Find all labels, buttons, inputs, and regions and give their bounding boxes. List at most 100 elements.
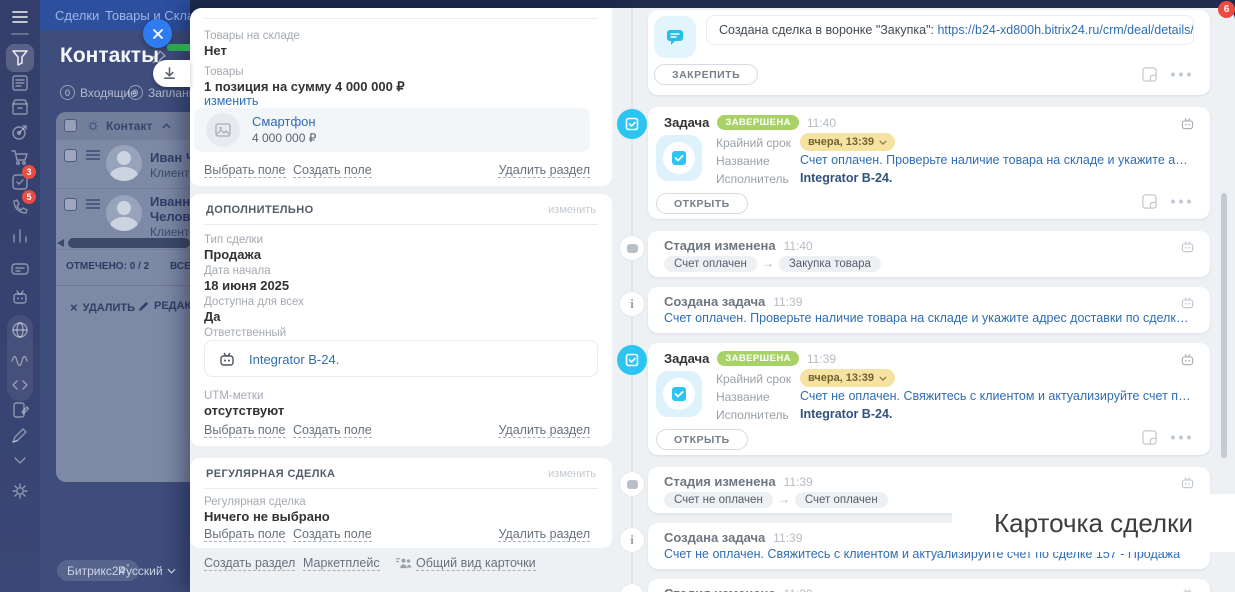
automation-robot-icon bbox=[1179, 586, 1196, 592]
field-value[interactable]: Продажа bbox=[204, 247, 261, 262]
marketing-target-icon[interactable] bbox=[10, 122, 30, 142]
select-all-checkbox[interactable] bbox=[64, 119, 77, 132]
pen-icon[interactable] bbox=[10, 425, 30, 445]
document-edit-icon[interactable] bbox=[10, 400, 30, 420]
create-field-link[interactable]: Создать поле bbox=[293, 423, 372, 438]
automation-robot-icon bbox=[1179, 474, 1196, 491]
timeline-scrollbar[interactable] bbox=[1221, 193, 1227, 458]
all-label[interactable]: ВСЕ bbox=[170, 261, 190, 272]
created-task-link[interactable]: Счет оплачен. Проверьте наличие товара н… bbox=[664, 311, 1194, 325]
card-view-link[interactable]: Общий вид карточки bbox=[416, 556, 536, 571]
select-field-link[interactable]: Выбрать поле bbox=[204, 423, 286, 438]
marketplace-link[interactable]: Маркетплейс bbox=[303, 556, 380, 571]
horizontal-scrollbar[interactable] bbox=[68, 238, 190, 248]
storage-box-icon[interactable] bbox=[10, 97, 30, 117]
note-icon[interactable] bbox=[1141, 193, 1158, 210]
signature-wave-icon[interactable] bbox=[10, 348, 30, 368]
selected-counter: ОТМЕЧЕНО: 0 / 2 bbox=[66, 261, 149, 272]
analytics-chart-icon[interactable] bbox=[10, 226, 30, 246]
row-drag-handle-icon[interactable] bbox=[86, 199, 100, 209]
field-value: отсутствуют bbox=[204, 403, 284, 418]
open-task-button[interactable]: ОТКРЫТЬ bbox=[656, 429, 748, 450]
responsible-user-box[interactable]: Integrator B-24. bbox=[204, 340, 598, 377]
product-name-link[interactable]: Смартфон bbox=[252, 114, 316, 129]
select-field-link[interactable]: Выбрать поле bbox=[204, 527, 286, 542]
chevron-down-icon[interactable] bbox=[10, 450, 30, 470]
hscroll-left-arrow[interactable] bbox=[57, 239, 64, 247]
sort-asc-icon[interactable] bbox=[162, 123, 171, 130]
task-name-link[interactable]: Счет оплачен. Проверьте наличие товара н… bbox=[800, 153, 1194, 167]
developer-code-icon[interactable] bbox=[10, 375, 30, 395]
create-section-link[interactable]: Создать раздел bbox=[204, 556, 295, 571]
column-header-contact[interactable]: Контакт bbox=[106, 119, 152, 133]
field-value[interactable]: 18 июня 2025 bbox=[204, 278, 289, 293]
select-field-link[interactable]: Выбрать поле bbox=[204, 163, 286, 178]
top-menu-deals[interactable]: Сделки bbox=[55, 8, 99, 23]
field-value[interactable]: Ничего не выбрано bbox=[204, 509, 330, 524]
stage-from: Счет не оплачен bbox=[664, 492, 773, 508]
field-value[interactable]: Нет bbox=[204, 43, 227, 58]
contact-name-link2[interactable]: Человек bbox=[150, 209, 190, 224]
contact-name-link[interactable]: Иванна bbox=[150, 194, 190, 209]
responsible-name-link[interactable]: Integrator B-24. bbox=[249, 352, 339, 367]
robot-avatar-icon bbox=[217, 349, 237, 369]
copilot-robot-icon[interactable] bbox=[10, 287, 30, 307]
grid-settings-gear-icon[interactable] bbox=[86, 119, 100, 133]
executor-link[interactable]: Integrator B-24. bbox=[800, 171, 1194, 185]
create-field-link[interactable]: Создать поле bbox=[293, 163, 372, 178]
settings-gear-icon[interactable] bbox=[10, 481, 30, 501]
delete-button[interactable]: × УДАЛИТЬ bbox=[70, 300, 135, 315]
minimize-slider-button[interactable] bbox=[153, 60, 190, 87]
stage-title: Стадия изменена bbox=[664, 474, 776, 489]
note-icon[interactable] bbox=[1141, 66, 1158, 83]
section-edit-link[interactable]: изменить bbox=[548, 204, 596, 216]
task-icon-circle bbox=[663, 142, 695, 174]
menu-icon[interactable] bbox=[10, 7, 30, 27]
language-selector[interactable]: Русский bbox=[118, 560, 176, 581]
task-icon-tile bbox=[656, 135, 702, 181]
delete-section-link[interactable]: Удалить раздел bbox=[498, 423, 590, 438]
section-edit-link[interactable]: изменить bbox=[548, 468, 596, 480]
deadline-pill[interactable]: вчера, 13:39 bbox=[800, 369, 895, 387]
photo-icon bbox=[215, 122, 231, 138]
note-icon[interactable] bbox=[1141, 429, 1158, 446]
product-item[interactable]: Смартфон 4 000 000 ₽ bbox=[194, 108, 590, 152]
sites-globe-icon[interactable] bbox=[10, 320, 30, 340]
planner-icon[interactable] bbox=[10, 73, 30, 93]
task-icon-tile bbox=[656, 371, 702, 417]
tab-planned[interactable]: 0 Заплани bbox=[128, 85, 190, 100]
task-name-link[interactable]: Счет не оплачен. Свяжитесь с клиентом и … bbox=[800, 389, 1194, 403]
task-time: 11:40 bbox=[807, 116, 836, 130]
delete-section-link[interactable]: Удалить раздел bbox=[498, 163, 590, 178]
edit-button[interactable]: РЕДАК bbox=[138, 300, 190, 312]
shop-cart-icon[interactable] bbox=[10, 147, 30, 167]
more-menu-icon[interactable] bbox=[1170, 435, 1192, 440]
crm-funnel-icon[interactable] bbox=[10, 48, 30, 68]
more-menu-icon[interactable] bbox=[1170, 72, 1192, 77]
product-image-placeholder bbox=[206, 113, 240, 147]
top-menu-products[interactable]: Товары и Скла bbox=[105, 8, 190, 23]
more-menu-icon[interactable] bbox=[1170, 199, 1192, 204]
create-field-link[interactable]: Создать поле bbox=[293, 527, 372, 542]
pin-button[interactable]: ЗАКРЕПИТЬ bbox=[654, 64, 758, 85]
deadline-pill[interactable]: вчера, 13:39 bbox=[800, 133, 895, 151]
stage-to: Закупка товара bbox=[779, 256, 881, 272]
tab-incoming[interactable]: 0 Входящие bbox=[60, 85, 137, 100]
row-checkbox[interactable] bbox=[64, 149, 77, 162]
edit-products-link[interactable]: изменить bbox=[204, 94, 258, 108]
open-task-button[interactable]: ОТКРЫТЬ bbox=[656, 193, 748, 214]
divider bbox=[204, 488, 598, 489]
stage-title: Стадия изменена bbox=[664, 586, 776, 592]
sign-card-icon[interactable] bbox=[10, 259, 30, 279]
field-value[interactable]: Да bbox=[204, 309, 221, 324]
row-checkbox[interactable] bbox=[64, 198, 77, 211]
section-additional: ДОПОЛНИТЕЛЬНО изменить Тип сделки Продаж… bbox=[190, 194, 612, 446]
executor-link[interactable]: Integrator B-24. bbox=[800, 407, 1194, 421]
deal-link[interactable]: https://b24-xd800h.bitrix24.ru/crm/deal/… bbox=[937, 23, 1194, 37]
notification-badge[interactable]: 6 bbox=[1218, 1, 1235, 18]
row-drag-handle-icon[interactable] bbox=[86, 150, 100, 160]
deal-form-panel: Товары на складе Нет Товары 1 позиция на… bbox=[190, 8, 612, 592]
delete-section-link[interactable]: Удалить раздел bbox=[498, 527, 590, 542]
created-time: 11:39 bbox=[773, 295, 802, 309]
contact-name-link[interactable]: Иван Че bbox=[150, 150, 190, 165]
